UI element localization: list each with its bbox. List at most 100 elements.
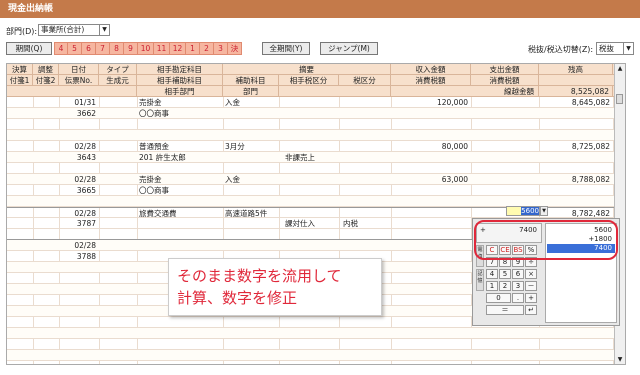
col-type: タイプ [99,64,137,75]
entry-tax-type: 内税 [343,219,358,228]
col-income: 収入金額 [391,64,471,75]
key-multiply[interactable]: × [525,269,537,279]
scroll-down-icon[interactable]: ▼ [615,355,625,364]
key-equals[interactable]: ＝ [486,305,524,315]
entry-account: 普通預金 [139,142,169,151]
entry-date: 02/28 [74,142,96,151]
dept-value: 事業所(合計) [41,25,85,34]
jump-button[interactable]: ジャンプ(M) [320,42,378,55]
annotation-line: そのまま数字を流用して [177,267,342,285]
month-tab[interactable]: 8 [110,42,124,55]
table-row[interactable] [7,163,625,174]
col-source: 生成元 [99,75,137,86]
entry-balance: 8,788,082 [571,175,610,184]
table-row[interactable]: 01/31 売掛金 入金 120,000 8,645,082 [7,97,625,108]
key-enter[interactable]: ↵ [525,305,537,315]
key-1[interactable]: 1 [486,281,498,291]
col-counter-tax: 相手税区分 [279,75,339,86]
month-tab[interactable]: 10 [138,42,154,55]
month-tab[interactable]: 2 [200,42,214,55]
table-row[interactable] [7,119,625,130]
col-counter-sub: 相手補助科目 [137,75,223,86]
entry-income: 80,000 [441,142,468,151]
table-row[interactable]: 3665 〇〇商事 [7,185,625,196]
key-6[interactable]: 6 [512,269,524,279]
entry-tax-class: 非課売上 [285,153,315,162]
entry-tax-class: 課対仕入 [285,219,315,228]
entry-date: 01/31 [74,98,96,107]
chevron-down-icon: ▼ [623,43,633,54]
table-row[interactable] [7,339,625,350]
month-tab[interactable]: 5 [68,42,82,55]
month-tab[interactable]: 6 [82,42,96,55]
entry-sub-account: 201 許生太郎 [139,153,186,162]
table-row[interactable]: 02/28 普通預金 3月分 80,000 8,725,082 [7,141,625,152]
entry-income: 63,000 [441,175,468,184]
window-title: 現金出納帳 [0,0,640,18]
month-tab[interactable]: 7 [96,42,110,55]
entry-voucher-no: 3643 [76,153,96,162]
entry-summary: 3月分 [225,142,245,151]
key-2[interactable]: 2 [499,281,511,291]
entry-account: 売掛金 [139,98,162,107]
month-tab[interactable]: 3 [214,42,228,55]
chevron-down-icon: ▼ [99,25,109,35]
month-tab[interactable]: 4 [54,42,68,55]
key-3[interactable]: 3 [512,281,524,291]
carryover-label: 線越金額 [391,86,539,97]
entry-account: 売掛金 [139,175,162,184]
tax-toggle-value: 税抜 [599,44,614,53]
col-dept: 部門 [223,86,279,97]
month-tabs: 4 5 6 7 8 9 10 11 12 1 2 3 決 [54,42,242,55]
tax-toggle-select[interactable]: 税抜 ▼ [596,42,634,55]
tax-toggle-label: 税抜/税込切替(Z): [528,45,594,54]
col-voucher-no: 伝票No. [59,75,99,86]
dept-label: 部門(D): [6,27,38,36]
entry-voucher-no: 3788 [76,252,96,261]
col-expense: 支出金額 [471,64,539,75]
table-row[interactable] [7,350,625,361]
entry-date: 02/28 [74,175,96,184]
key-0[interactable]: 0 [486,293,511,303]
col-income-tax: 消費税額 [391,75,471,86]
header-row-1: 決算 調整 日付 タイプ 相手勘定科目 摘要 収入金額 支出金額 残高 ⊟ [7,64,625,75]
table-row[interactable] [7,130,625,141]
table-row[interactable]: 3643 201 許生太郎 非課売上 [7,152,625,163]
month-tab[interactable]: 1 [186,42,200,55]
month-tab[interactable]: 9 [124,42,138,55]
entry-income: 120,000 [436,98,468,107]
entry-voucher-no: 3665 [76,186,96,195]
key-minus[interactable]: － [525,281,537,291]
period-button[interactable]: 期間(Q) [6,42,52,55]
entry-balance: 8,725,082 [571,142,610,151]
col-counter-dept: 相手部門 [137,86,223,97]
col-balance: 残高 [539,64,613,75]
header-row-2: 付箋1 付箋2 伝票No. 生成元 相手補助科目 補助科目 相手税区分 税区分 … [7,75,625,86]
scroll-up-icon[interactable]: ▲ [615,64,625,73]
col-date: 日付 [59,64,99,75]
full-period-button[interactable]: 全期間(Y) [262,42,310,55]
col-sub-account: 補助科目 [223,75,279,86]
table-row[interactable]: 3662 〇〇商事 [7,108,625,119]
month-tab-closing[interactable]: 決 [228,42,242,55]
memory-tab[interactable]: 記憶 [476,269,484,291]
key-plus[interactable]: + [525,293,537,303]
table-row[interactable] [7,328,625,339]
calculator-toggle-icon[interactable]: ▼ [540,206,548,216]
col-tax: 税区分 [339,75,391,86]
scroll-thumb[interactable] [616,94,623,104]
col-tag1: 付箋1 [7,75,33,86]
expense-input[interactable]: 5600 [506,206,540,216]
col-settlement: 決算 [7,64,33,75]
entry-balance: 8,645,082 [571,98,610,107]
key-4[interactable]: 4 [486,269,498,279]
key-5[interactable]: 5 [499,269,511,279]
table-row[interactable]: 02/28 売掛金 入金 63,000 8,788,082 [7,174,625,185]
key-decimal[interactable]: . [512,293,524,303]
highlight-outline [474,220,618,260]
month-tab[interactable]: 12 [170,42,186,55]
col-blank [7,86,137,97]
dept-select[interactable]: 事業所(合計) ▼ [38,24,110,36]
month-tab[interactable]: 11 [154,42,170,55]
carryover-balance: 8,525,082 [539,86,613,97]
